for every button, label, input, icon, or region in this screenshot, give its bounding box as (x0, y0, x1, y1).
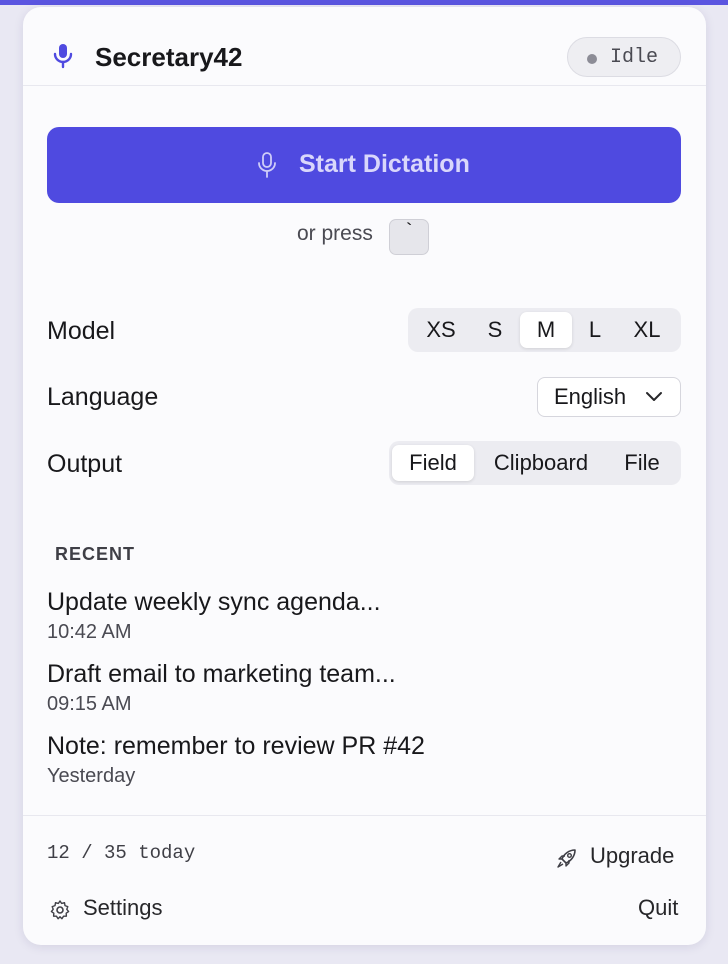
recent-item-text: Draft email to marketing team... (47, 660, 396, 688)
microphone-icon (53, 44, 73, 69)
status-text: Idle (610, 46, 659, 69)
rocket-icon (557, 849, 576, 868)
hotkey-key: ` (389, 219, 429, 255)
recent-item-text: Update weekly sync agenda... (47, 588, 381, 616)
recent-item[interactable]: Draft email to marketing team... 09:15 A… (47, 659, 647, 723)
app-panel: Secretary42 Idle Start Dictation or pres… (23, 7, 706, 945)
gear-icon (50, 900, 70, 920)
output-option-file[interactable]: File (609, 445, 675, 481)
chevron-down-icon (646, 392, 662, 401)
quit-button[interactable]: Quit (638, 895, 678, 921)
window-top-edge (0, 0, 728, 5)
status-dot-icon (587, 54, 597, 64)
model-option-m[interactable]: M (520, 312, 572, 348)
upgrade-label: Upgrade (590, 843, 675, 868)
language-select[interactable]: English (537, 377, 681, 417)
output-label: Output (47, 450, 123, 478)
hotkey-hint: or press (297, 222, 373, 245)
start-dictation-button[interactable]: Start Dictation (47, 127, 681, 203)
footer-divider (23, 815, 706, 816)
model-label: Model (47, 317, 116, 345)
settings-label: Settings (83, 895, 163, 920)
output-option-field[interactable]: Field (392, 445, 474, 481)
model-option-xl[interactable]: XL (618, 312, 676, 348)
model-option-xs[interactable]: XS (414, 312, 468, 348)
recent-section-title: RECENT (55, 544, 136, 564)
app-title: Secretary42 (95, 42, 243, 72)
recent-item-text: Note: remember to review PR #42 (47, 732, 425, 760)
status-badge: Idle (567, 37, 681, 77)
model-option-s[interactable]: S (470, 312, 520, 348)
recent-item[interactable]: Update weekly sync agenda... 10:42 AM (47, 587, 647, 651)
settings-link[interactable]: Settings (47, 895, 197, 923)
output-option-clipboard[interactable]: Clipboard (477, 445, 605, 481)
header: Secretary42 Idle (23, 7, 706, 86)
start-dictation-label: Start Dictation (299, 150, 470, 178)
model-option-l[interactable]: L (574, 312, 616, 348)
recent-item[interactable]: Note: remember to review PR #42 Yesterda… (47, 731, 647, 795)
microphone-icon (258, 152, 276, 178)
language-label: Language (47, 383, 159, 411)
recent-item-time: 10:42 AM (47, 621, 132, 643)
model-segmented-control: XS S M L XL (408, 308, 681, 352)
usage-counter: 12 / 35 today (47, 842, 196, 864)
output-segmented-control: Field Clipboard File (389, 441, 681, 485)
upgrade-link[interactable]: Upgrade (556, 843, 686, 871)
language-value: English (554, 384, 627, 409)
recent-item-time: 09:15 AM (47, 693, 132, 715)
recent-item-time: Yesterday (47, 765, 136, 787)
